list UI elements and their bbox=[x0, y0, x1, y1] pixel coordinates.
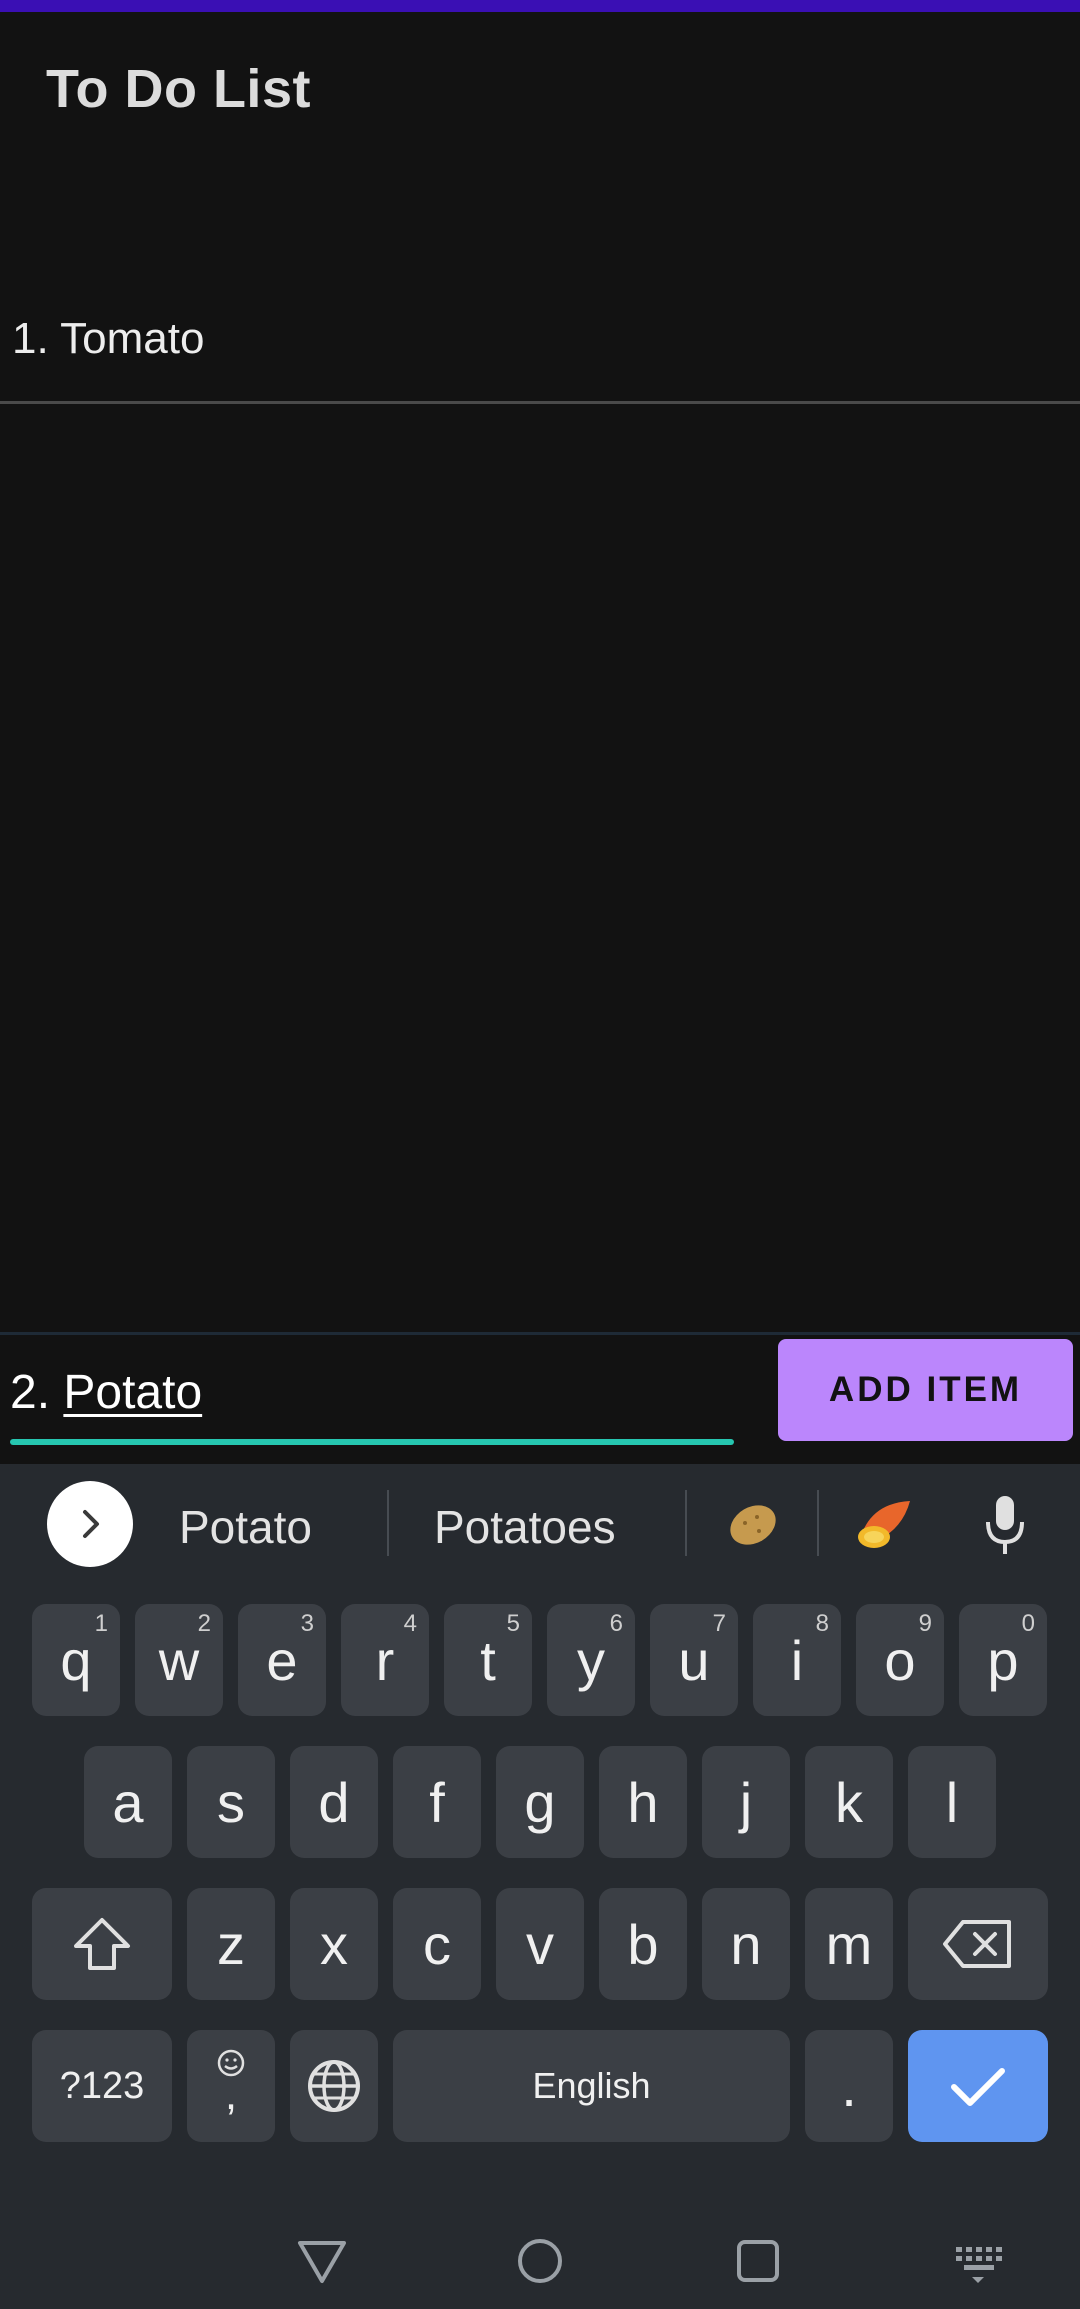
key-c[interactable]: c bbox=[393, 1888, 481, 2000]
key-label: t bbox=[480, 1628, 496, 1692]
key-j[interactable]: j bbox=[702, 1746, 790, 1858]
key-label: p bbox=[987, 1628, 1019, 1692]
key-label: w bbox=[158, 1628, 200, 1692]
todo-list: 1. Tomato bbox=[0, 296, 1080, 404]
list-item[interactable]: 1. Tomato bbox=[0, 296, 1080, 404]
key-hint: 7 bbox=[712, 1610, 726, 1637]
key-label: r bbox=[375, 1628, 395, 1692]
key-hint: 8 bbox=[815, 1610, 829, 1637]
key-e[interactable]: e3 bbox=[238, 1604, 326, 1716]
key-s[interactable]: s bbox=[187, 1746, 275, 1858]
soft-keyboard: Potato Potatoes q1 w2 e3 r4 t5 y6 u7 i8 … bbox=[0, 1464, 1080, 2309]
expand-suggestions-button[interactable] bbox=[47, 1481, 133, 1567]
enter-key[interactable] bbox=[908, 2030, 1048, 2142]
key-label: y bbox=[577, 1628, 605, 1692]
sweet-potato-emoji-icon[interactable] bbox=[849, 1488, 919, 1558]
key-k[interactable]: k bbox=[805, 1746, 893, 1858]
key-q[interactable]: q1 bbox=[32, 1604, 120, 1716]
emoji-comma-key[interactable]: , bbox=[187, 2030, 275, 2142]
shift-key[interactable] bbox=[32, 1888, 172, 2000]
key-t[interactable]: t5 bbox=[444, 1604, 532, 1716]
key-label: e bbox=[266, 1628, 298, 1692]
backspace-key[interactable] bbox=[908, 1888, 1048, 2000]
keyboard-switcher-icon[interactable] bbox=[948, 2231, 1008, 2291]
key-g[interactable]: g bbox=[496, 1746, 584, 1858]
key-hint: 2 bbox=[197, 1610, 211, 1637]
status-bar bbox=[0, 0, 1080, 12]
key-h[interactable]: h bbox=[599, 1746, 687, 1858]
comma-label: , bbox=[224, 2070, 238, 2119]
input-underline bbox=[10, 1439, 734, 1445]
key-label: o bbox=[884, 1628, 916, 1692]
shift-icon bbox=[74, 1918, 130, 1970]
key-r[interactable]: r4 bbox=[341, 1604, 429, 1716]
back-icon[interactable] bbox=[292, 2231, 352, 2291]
space-key[interactable]: English bbox=[393, 2030, 790, 2142]
key-d[interactable]: d bbox=[290, 1746, 378, 1858]
key-w[interactable]: w2 bbox=[135, 1604, 223, 1716]
recents-icon[interactable] bbox=[728, 2231, 788, 2291]
key-hint: 9 bbox=[918, 1610, 932, 1637]
input-composing-text: Potato bbox=[63, 1366, 203, 1419]
key-p[interactable]: p0 bbox=[959, 1604, 1047, 1716]
key-z[interactable]: z bbox=[187, 1888, 275, 2000]
list-item-label: 1. Tomato bbox=[12, 314, 205, 363]
key-label: u bbox=[678, 1628, 710, 1692]
checkmark-icon bbox=[951, 2068, 1005, 2106]
key-hint: 1 bbox=[94, 1610, 108, 1637]
key-hint: 0 bbox=[1021, 1610, 1035, 1637]
chevron-right-icon bbox=[83, 1510, 99, 1538]
suggestion-strip: Potato Potatoes bbox=[0, 1464, 1080, 1584]
key-b[interactable]: b bbox=[599, 1888, 687, 2000]
key-n[interactable]: n bbox=[702, 1888, 790, 2000]
key-x[interactable]: x bbox=[290, 1888, 378, 2000]
key-l[interactable]: l bbox=[908, 1746, 996, 1858]
key-hint: 5 bbox=[506, 1610, 520, 1637]
key-m[interactable]: m bbox=[805, 1888, 893, 2000]
suggestion-divider bbox=[387, 1490, 389, 1556]
suggestion-divider bbox=[817, 1490, 819, 1556]
language-key[interactable] bbox=[290, 2030, 378, 2142]
key-hint: 3 bbox=[300, 1610, 314, 1637]
key-hint: 6 bbox=[609, 1610, 623, 1637]
key-hint: 4 bbox=[403, 1610, 417, 1637]
page-title: To Do List bbox=[46, 59, 311, 119]
key-u[interactable]: u7 bbox=[650, 1604, 738, 1716]
key-f[interactable]: f bbox=[393, 1746, 481, 1858]
add-item-button[interactable]: ADD ITEM bbox=[778, 1339, 1073, 1441]
globe-icon bbox=[308, 2060, 360, 2112]
suggestion-item[interactable]: Potatoes bbox=[434, 1500, 616, 1554]
key-o[interactable]: o9 bbox=[856, 1604, 944, 1716]
suggestion-divider bbox=[685, 1490, 687, 1556]
key-i[interactable]: i8 bbox=[753, 1604, 841, 1716]
microphone-icon[interactable] bbox=[980, 1490, 1030, 1560]
input-bar: 2. Potato ADD ITEM bbox=[0, 1332, 1080, 1464]
home-icon[interactable] bbox=[510, 2231, 570, 2291]
input-prefix: 2. bbox=[10, 1366, 64, 1419]
key-label: q bbox=[60, 1628, 92, 1692]
key-label: i bbox=[790, 1628, 804, 1692]
key-y[interactable]: y6 bbox=[547, 1604, 635, 1716]
navigation-bar bbox=[0, 2209, 1080, 2309]
symbols-key[interactable]: ?123 bbox=[32, 2030, 172, 2142]
backspace-icon bbox=[943, 1920, 1011, 1968]
key-v[interactable]: v bbox=[496, 1888, 584, 2000]
todo-input[interactable]: 2. Potato bbox=[10, 1365, 734, 1425]
period-key[interactable]: . bbox=[805, 2030, 893, 2142]
suggestion-item[interactable]: Potato bbox=[179, 1500, 312, 1554]
potato-emoji-icon[interactable] bbox=[718, 1488, 788, 1558]
key-a[interactable]: a bbox=[84, 1746, 172, 1858]
